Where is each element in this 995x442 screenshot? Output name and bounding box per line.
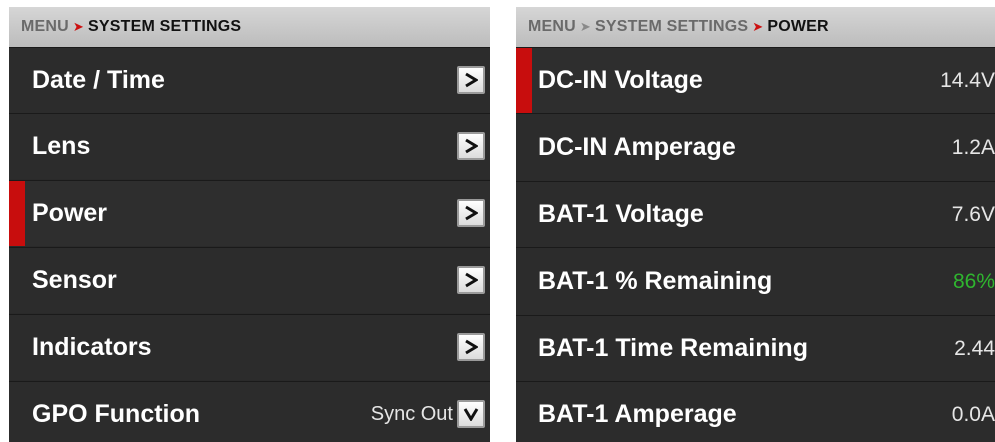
power-panel: MENU ➤ SYSTEM SETTINGS ➤ POWER DC-IN Vol… xyxy=(516,7,995,442)
power-item-value: 1.2A xyxy=(951,135,995,159)
gpo-function-value[interactable]: Sync Out xyxy=(371,382,453,442)
selection-indicator xyxy=(516,48,532,113)
menu-item-label: Power xyxy=(32,199,108,227)
menu-item-sensor[interactable]: Sensor xyxy=(9,247,490,313)
power-item-label: BAT-1 Voltage xyxy=(538,200,704,228)
menu-item-label: Indicators xyxy=(32,333,152,361)
power-item-label: BAT-1 % Remaining xyxy=(538,267,773,295)
power-item-value: 7.6V xyxy=(951,202,995,226)
power-item-value: 2.44 xyxy=(954,336,995,360)
breadcrumb: MENU ➤ SYSTEM SETTINGS xyxy=(9,7,490,47)
arrow-right-icon: ➤ xyxy=(72,19,85,34)
selection-indicator xyxy=(9,181,25,246)
system-settings-panel: MENU ➤ SYSTEM SETTINGS Date / Time Lens … xyxy=(9,7,490,442)
power-item-value: 0.0A xyxy=(951,402,995,426)
power-item-label: BAT-1 Amperage xyxy=(538,400,737,428)
power-item-bat1-remaining[interactable]: BAT-1 % Remaining 86% xyxy=(516,247,995,315)
menu-item-label: Sensor xyxy=(32,266,117,294)
menu-item-power[interactable]: Power xyxy=(9,180,490,246)
chevron-right-icon[interactable] xyxy=(457,131,485,160)
chevron-right-icon[interactable] xyxy=(457,198,485,227)
chevron-right-icon[interactable] xyxy=(457,332,485,361)
breadcrumb-system-settings[interactable]: SYSTEM SETTINGS xyxy=(595,18,748,36)
power-item-dc-in-voltage[interactable]: DC-IN Voltage 14.4V xyxy=(516,47,995,113)
breadcrumb-current: SYSTEM SETTINGS xyxy=(88,18,242,35)
menu-item-indicators[interactable]: Indicators xyxy=(9,314,490,380)
power-item-label: DC-IN Voltage xyxy=(538,66,703,94)
power-item-bat1-time-remaining[interactable]: BAT-1 Time Remaining 2.44 xyxy=(516,315,995,381)
chevron-right-icon[interactable] xyxy=(457,265,485,294)
menu-item-gpo-function[interactable]: GPO Function Sync Out xyxy=(9,381,490,442)
breadcrumb-current: POWER xyxy=(767,18,829,35)
arrow-right-icon: ➤ xyxy=(579,19,592,34)
power-item-bat1-amperage[interactable]: BAT-1 Amperage 0.0A xyxy=(516,381,995,442)
power-item-value: 86% xyxy=(952,269,995,293)
chevron-down-icon[interactable] xyxy=(457,399,485,428)
breadcrumb-menu[interactable]: MENU xyxy=(21,18,69,36)
menu-item-label: Lens xyxy=(32,132,91,160)
menu-item-label: Date / Time xyxy=(32,66,165,94)
power-item-dc-in-amperage[interactable]: DC-IN Amperage 1.2A xyxy=(516,113,995,181)
menu-item-date-time[interactable]: Date / Time xyxy=(9,47,490,113)
power-item-label: DC-IN Amperage xyxy=(538,133,736,161)
power-item-value: 14.4V xyxy=(940,68,995,92)
power-item-label: BAT-1 Time Remaining xyxy=(538,334,808,362)
chevron-right-icon[interactable] xyxy=(457,65,485,94)
power-item-bat1-voltage[interactable]: BAT-1 Voltage 7.6V xyxy=(516,181,995,247)
breadcrumb: MENU ➤ SYSTEM SETTINGS ➤ POWER xyxy=(516,7,995,47)
menu-item-lens[interactable]: Lens xyxy=(9,113,490,179)
menu-item-label: GPO Function xyxy=(32,400,201,428)
breadcrumb-menu[interactable]: MENU xyxy=(528,18,576,36)
arrow-right-icon: ➤ xyxy=(752,19,764,34)
